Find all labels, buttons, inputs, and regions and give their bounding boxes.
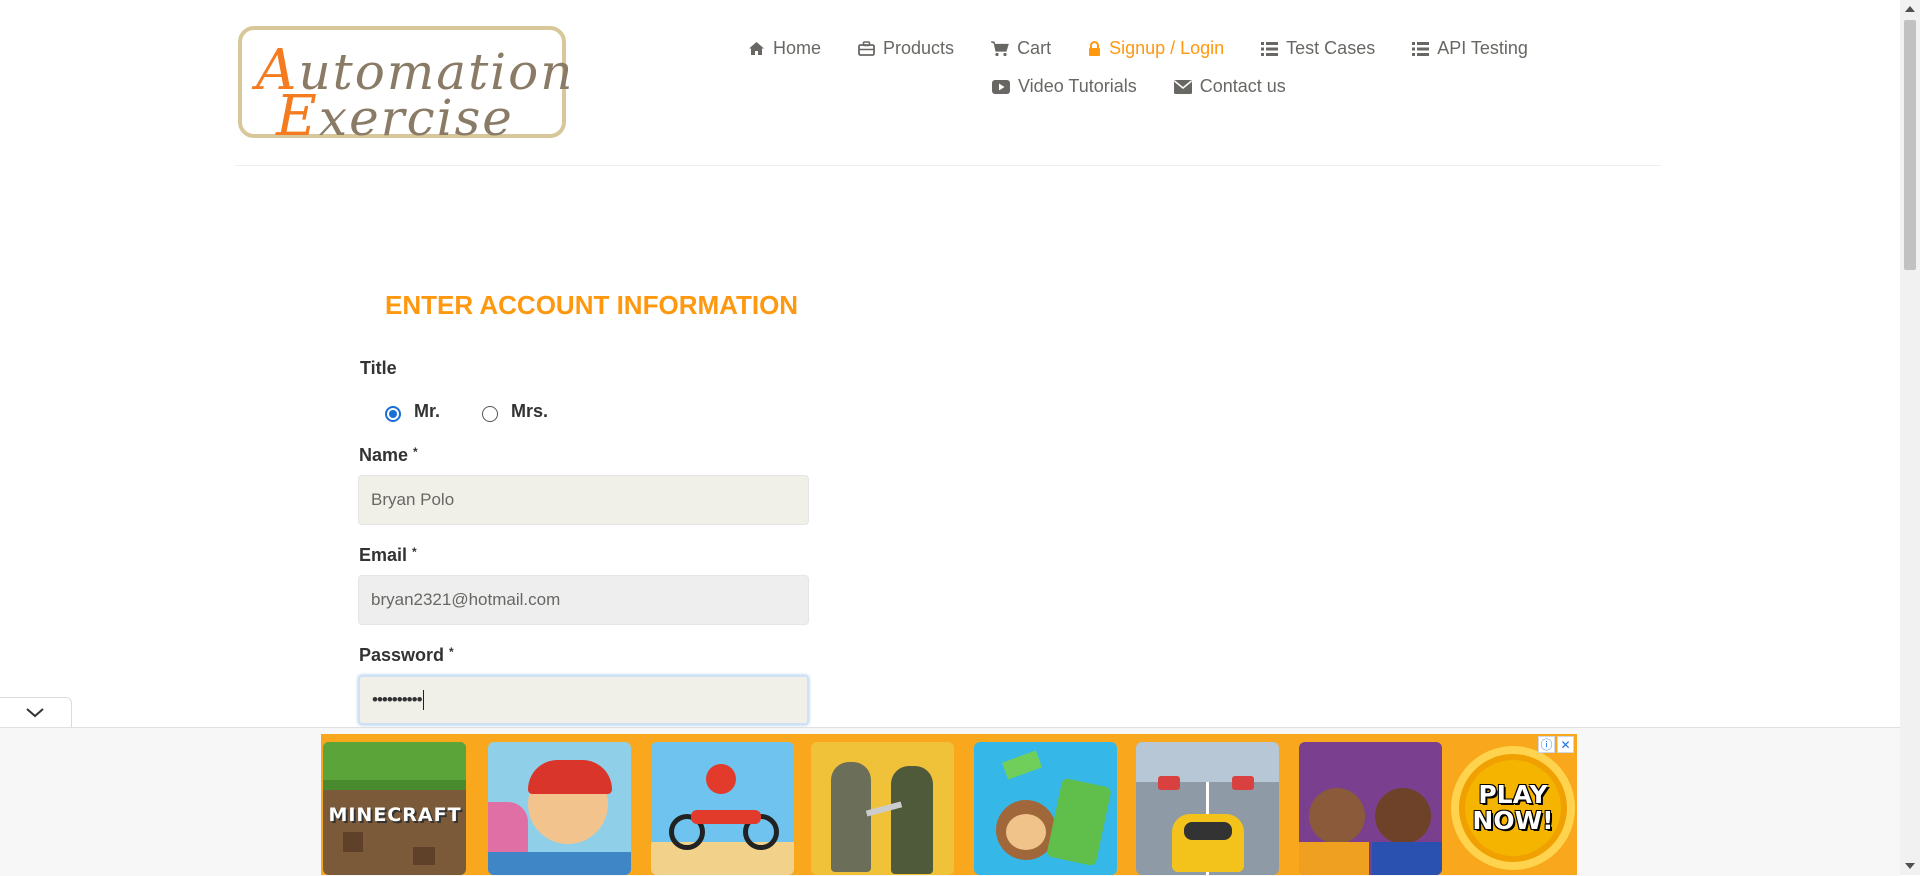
ad-collapse-tab[interactable] — [0, 697, 72, 727]
email-input[interactable]: bryan2321@hotmail.com — [358, 575, 809, 625]
nav-products-label: Products — [883, 38, 955, 58]
logo-cap-e: E — [276, 84, 319, 149]
player-right-head — [1375, 788, 1431, 844]
soldier-left — [831, 762, 871, 872]
vertical-scrollbar[interactable] — [1900, 0, 1920, 875]
logo-text-2: xercise — [318, 89, 514, 147]
soldier-right — [891, 766, 933, 874]
title-mr-label[interactable]: Mr. — [414, 401, 440, 422]
nav-contact-us-label: Contact us — [1199, 76, 1286, 96]
nav-products[interactable]: Products — [858, 38, 954, 59]
required-mark: * — [413, 445, 418, 459]
chevron-down-icon — [26, 708, 44, 718]
car-red — [1232, 776, 1254, 790]
ad-tile-soldiers[interactable] — [811, 742, 954, 875]
character-body — [488, 852, 631, 875]
email-label: Email * — [359, 545, 417, 566]
grass-block — [323, 742, 466, 780]
ad-info-icon[interactable]: ⓘ — [1538, 736, 1555, 753]
now-text: NOW! — [1472, 806, 1554, 835]
title-mr-radio[interactable] — [385, 406, 401, 422]
password-input[interactable]: •••••••••• — [358, 675, 809, 725]
list-icon — [1412, 41, 1430, 56]
nav-signup-login-label: Signup / Login — [1109, 38, 1225, 58]
jersey-right — [1372, 842, 1442, 875]
youtube-play-icon — [992, 79, 1010, 94]
dirt-pixel — [343, 832, 363, 852]
title-label: Title — [360, 358, 397, 378]
secondary-nav: Video Tutorials Contact us — [992, 76, 1323, 97]
money-bill — [1002, 750, 1042, 780]
play-text: PLAY — [1478, 780, 1548, 809]
password-label-text: Password — [359, 645, 445, 665]
home-icon — [749, 42, 764, 55]
nav-video-tutorials[interactable]: Video Tutorials — [992, 76, 1137, 97]
page: Automation Exercise Home Products Cart S… — [0, 0, 1900, 876]
title-mrs-label[interactable]: Mrs. — [511, 401, 548, 422]
nav-api-testing[interactable]: API Testing — [1412, 38, 1528, 59]
ad-tile-subway-surfers[interactable] — [488, 742, 631, 875]
password-value: •••••••••• — [372, 690, 423, 709]
basketball-logo — [1299, 750, 1442, 780]
envelope-icon — [1173, 79, 1192, 94]
monkey-face — [1006, 814, 1046, 850]
money-stack — [1046, 777, 1112, 867]
nav-cart[interactable]: Cart — [991, 38, 1051, 59]
character-cap — [528, 760, 612, 794]
player-left-head — [1309, 788, 1365, 844]
bike-frame — [691, 810, 761, 824]
ad-tile-racing[interactable] — [1136, 742, 1279, 875]
name-input[interactable]: Bryan Polo — [358, 475, 809, 525]
nav-video-tutorials-label: Video Tutorials — [1018, 76, 1137, 96]
form-heading: ENTER ACCOUNT INFORMATION — [385, 290, 799, 320]
nav-contact-us[interactable]: Contact us — [1173, 76, 1286, 97]
triangle-up-icon — [1905, 6, 1915, 12]
list-icon — [1261, 41, 1279, 56]
briefcase-icon — [858, 41, 875, 56]
minecraft-text: MINECRAFT — [328, 804, 462, 826]
nav-home[interactable]: Home — [748, 38, 821, 59]
jersey-left — [1299, 842, 1369, 875]
grass-edge — [323, 780, 466, 790]
name-label: Name * — [359, 445, 418, 466]
ad-banner[interactable]: MINECRAFT PLAY NOW! ⓘ ✕ — [321, 734, 1577, 875]
required-mark: * — [412, 545, 417, 559]
nav-test-cases-label: Test Cases — [1286, 38, 1376, 58]
ad-tile-basketball-stars[interactable] — [1299, 742, 1442, 875]
ad-close-icon[interactable]: ✕ — [1557, 736, 1574, 753]
text-caret — [422, 690, 424, 710]
sand-ground — [651, 842, 794, 875]
ad-tile-monkey-money[interactable] — [974, 742, 1117, 875]
logo-line-2: Exercise — [276, 84, 514, 149]
ad-tile-minecraft[interactable]: MINECRAFT — [323, 742, 466, 875]
title-mrs-radio[interactable] — [482, 406, 498, 422]
play-now-button[interactable]: PLAY NOW! — [1451, 746, 1575, 870]
ad-tile-moto[interactable] — [651, 742, 794, 875]
header-divider — [235, 165, 1661, 166]
scrollbar-thumb[interactable] — [1904, 20, 1916, 270]
email-label-text: Email — [359, 545, 408, 565]
nav-home-label: Home — [773, 38, 822, 58]
rider-helmet — [706, 764, 736, 794]
sky — [1136, 742, 1279, 782]
nav-signup-login[interactable]: Signup / Login — [1088, 38, 1224, 59]
car-red — [1158, 776, 1180, 790]
scroll-up-arrow-icon[interactable] — [1900, 0, 1920, 18]
site-logo[interactable]: Automation Exercise — [238, 26, 572, 149]
dirt-pixel — [413, 847, 435, 865]
nav-test-cases[interactable]: Test Cases — [1261, 38, 1375, 59]
required-mark: * — [449, 645, 454, 659]
nav-api-testing-label: API Testing — [1437, 38, 1528, 58]
lock-icon — [1089, 40, 1101, 56]
nav-cart-label: Cart — [1017, 38, 1052, 58]
play-now-text: PLAY NOW! — [1472, 782, 1553, 834]
main-nav: Home Products Cart Signup / Login Test C… — [748, 38, 1565, 59]
triangle-down-icon — [1905, 863, 1915, 869]
car-window — [1184, 822, 1232, 840]
password-label: Password * — [359, 645, 454, 666]
cart-icon — [991, 40, 1009, 56]
scroll-down-arrow-icon[interactable] — [1900, 857, 1920, 875]
name-label-text: Name — [359, 445, 409, 465]
